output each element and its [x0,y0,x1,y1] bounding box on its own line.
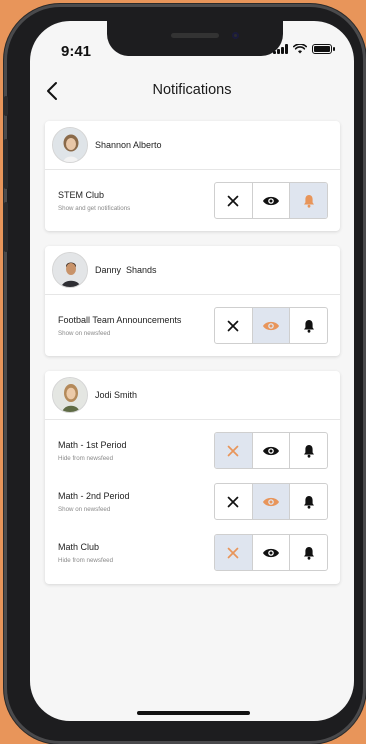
card-header: Shannon Alberto [45,121,340,170]
row-subtitle: Show and get notifications [58,205,131,212]
eye-icon [263,321,279,330]
camera [232,32,239,39]
notify-button[interactable] [289,433,327,468]
status-time: 9:41 [61,43,92,60]
visibility-toggle-group [214,483,328,520]
bell-icon [303,319,314,333]
close-icon [227,547,239,558]
eye-icon [263,497,279,506]
show-button[interactable] [251,183,290,218]
list-item: Math Club Hide from newsfeed [45,522,340,584]
list-item: STEM Club Show and get notifications [45,170,340,232]
person-name: Danny Shands [95,265,157,275]
list-item: Math - 1st Period Hide from newsfeed [45,420,340,471]
notch [107,21,283,56]
notify-button[interactable] [289,183,327,218]
page-title: Notifications [152,82,232,98]
visibility-toggle-group [214,182,328,219]
list-item: Football Team Announcements Show on news… [45,295,340,357]
close-icon [227,195,239,206]
avatar [52,252,88,288]
row-title: Football Team Announcements [58,315,182,325]
bell-icon [303,194,314,208]
list-item: Math - 2nd Period Show on newsfeed [45,471,340,522]
person-card: Danny Shands Football Team Announcements… [45,246,340,356]
row-subtitle: Show on newsfeed [58,506,111,513]
show-button[interactable] [251,433,290,468]
person-name: Jodi Smith [95,390,138,400]
show-button[interactable] [251,535,290,570]
close-icon [227,496,239,507]
screen: 9:41 Notifications Shannon Alberto STEM … [30,21,354,721]
hide-button[interactable] [215,535,252,570]
nav-bar: Notifications [30,79,354,103]
hide-button[interactable] [215,308,252,343]
show-button[interactable] [251,484,290,519]
notify-button[interactable] [289,484,327,519]
hide-button[interactable] [215,183,252,218]
hide-button[interactable] [215,433,252,468]
hide-button[interactable] [215,484,252,519]
row-title: STEM Club [58,190,105,200]
person-name: Shannon Alberto [95,140,162,150]
visibility-toggle-group [214,432,328,469]
volume-up-button [4,139,8,189]
person-card: Jodi Smith Math - 1st Period Hide from n… [45,371,340,584]
speaker [171,33,219,38]
eye-icon [263,548,279,557]
phone-frame: 9:41 Notifications Shannon Alberto STEM … [4,4,366,744]
row-title: Math Club [58,542,100,552]
card-header: Jodi Smith [45,371,340,420]
row-subtitle: Hide from newsfeed [58,455,114,462]
status-icons [273,44,335,54]
battery-icon [312,44,335,54]
row-title: Math - 1st Period [58,440,127,450]
notify-button[interactable] [289,308,327,343]
row-title: Math - 2nd Period [58,491,130,501]
avatar [52,377,88,413]
signal-icon [273,44,288,54]
home-indicator[interactable] [137,711,250,715]
row-subtitle: Hide from newsfeed [58,557,114,564]
visibility-toggle-group [214,534,328,571]
card-header: Danny Shands [45,246,340,295]
silent-switch [4,96,8,116]
eye-icon [263,446,279,455]
bell-icon [303,546,314,560]
close-icon [227,320,239,331]
avatar [52,127,88,163]
show-button[interactable] [251,308,290,343]
eye-icon [263,196,279,205]
visibility-toggle-group [214,307,328,344]
close-icon [227,445,239,456]
bell-icon [303,495,314,509]
person-card: Shannon Alberto STEM Club Show and get n… [45,121,340,231]
notify-button[interactable] [289,535,327,570]
row-subtitle: Show on newsfeed [58,330,111,337]
wifi-icon [293,44,307,54]
volume-down-button [4,202,8,252]
bell-icon [303,444,314,458]
